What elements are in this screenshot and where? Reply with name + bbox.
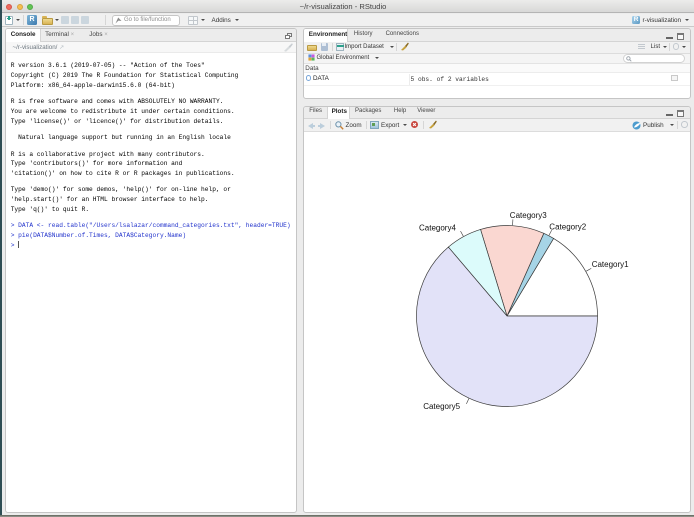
svg-text:Category2: Category2: [549, 223, 586, 232]
svg-text:Category4: Category4: [419, 223, 456, 232]
svg-text:Category1: Category1: [591, 260, 628, 269]
svg-text:Category3: Category3: [509, 211, 546, 220]
svg-text:Category5: Category5: [423, 402, 460, 411]
